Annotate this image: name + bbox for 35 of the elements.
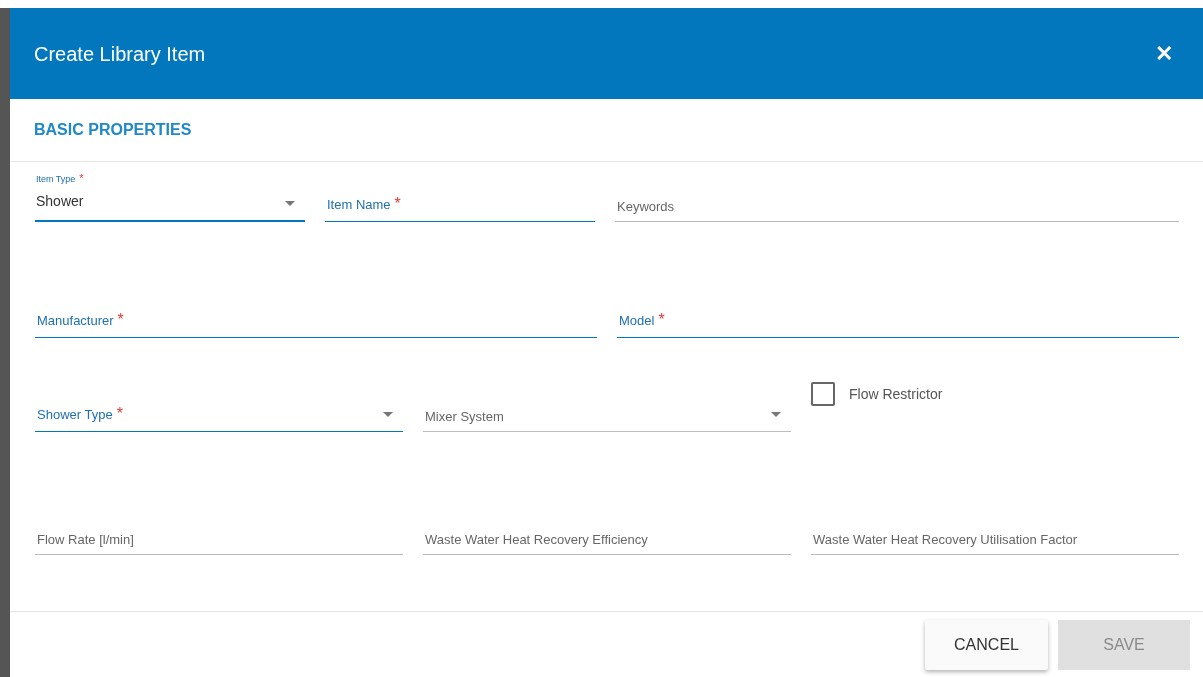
field-label: Mixer System bbox=[425, 408, 504, 424]
input-field[interactable]: Item Name * bbox=[325, 172, 595, 222]
field-label: Waste Water Heat Recovery Utilisation Factor bbox=[813, 531, 1078, 547]
field-value: Shower bbox=[35, 192, 84, 211]
dropdown-field[interactable]: Item Type * Shower bbox=[35, 172, 305, 222]
input-field[interactable]: Flow Rate [l/min] bbox=[35, 505, 403, 555]
required-asterisk: * bbox=[658, 311, 665, 328]
caret-icon bbox=[383, 412, 393, 417]
input-field[interactable]: Waste Water Heat Recovery Efficiency bbox=[423, 505, 791, 555]
close-button[interactable]: ✕ bbox=[1155, 37, 1173, 70]
required-asterisk: * bbox=[116, 405, 123, 422]
required-asterisk: * bbox=[79, 172, 84, 184]
dialog-title: Create Library Item bbox=[34, 41, 206, 67]
input-field[interactable]: Waste Water Heat Recovery Utilisation Factor bbox=[811, 505, 1179, 555]
dropdown-field[interactable]: Shower Type * bbox=[35, 382, 403, 432]
checkbox[interactable] bbox=[811, 382, 835, 406]
field-label: Shower Type bbox=[37, 407, 113, 422]
field-label: Item Name bbox=[327, 197, 391, 212]
section-title: BASIC PROPERTIES bbox=[34, 120, 192, 140]
input-field[interactable]: Manufacturer * bbox=[35, 288, 597, 338]
field-label: Keywords bbox=[617, 198, 675, 214]
field-label: Model bbox=[619, 313, 655, 328]
cancel-button[interactable]: CANCEL bbox=[925, 619, 1048, 670]
caret-icon bbox=[771, 412, 781, 417]
field-label: Waste Water Heat Recovery Efficiency bbox=[425, 531, 648, 547]
caret-icon bbox=[285, 201, 295, 206]
input-field[interactable]: Keywords bbox=[615, 172, 1179, 222]
checkbox-label: Flow Restrictor bbox=[849, 385, 943, 404]
field-label: Manufacturer bbox=[37, 313, 114, 328]
required-asterisk: * bbox=[117, 311, 124, 328]
field-label: Item Type bbox=[36, 174, 76, 184]
input-field[interactable]: Model * bbox=[617, 288, 1179, 338]
dropdown-field[interactable]: Mixer System bbox=[423, 382, 791, 432]
field-label: Flow Rate [l/min] bbox=[37, 531, 134, 547]
required-asterisk: * bbox=[394, 195, 401, 212]
